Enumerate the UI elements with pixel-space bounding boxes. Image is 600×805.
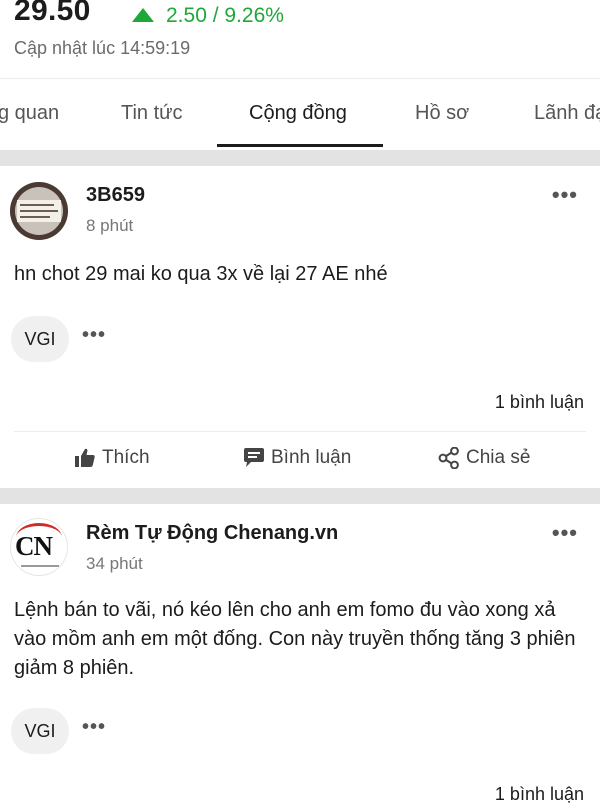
post-content: Lệnh bán to vãi, nó kéo lên cho anh em f… — [14, 599, 576, 679]
avatar-image — [17, 200, 61, 222]
post-card: 3B659 8 phút ••• hn chot 29 mai ko qua 3… — [0, 166, 600, 488]
post-content: hn chot 29 mai ko qua 3x về lại 27 AE nh… — [14, 263, 388, 285]
author-name[interactable]: Rèm Tự Động Chenang.vn — [86, 522, 338, 545]
post-time: 34 phút — [86, 554, 143, 573]
price-change-value: 2.50 / 9.26% — [166, 4, 284, 27]
comment-button[interactable]: Bình luận — [243, 447, 351, 469]
stock-header: 29.50 2.50 / 9.26% Cập nhật lúc 14:59:19 — [0, 0, 600, 80]
tab-leadership[interactable]: Lãnh đạ — [534, 102, 600, 125]
tab-overview[interactable]: g quan — [0, 102, 59, 125]
ticker-tag[interactable]: VGI — [11, 316, 69, 362]
triangle-up-icon — [132, 8, 154, 22]
header-divider — [0, 78, 600, 79]
stock-price: 29.50 — [14, 0, 91, 27]
post-card: CN Rèm Tự Động Chenang.vn 34 phút ••• Lệ… — [0, 504, 600, 804]
action-divider — [14, 431, 586, 432]
price-change: 2.50 / 9.26% — [132, 4, 284, 28]
chat-bubble-icon — [244, 448, 264, 467]
share-icon — [438, 447, 459, 469]
ticker-tag[interactable]: VGI — [11, 708, 69, 754]
avatar-logo-subline — [21, 565, 59, 567]
share-label: Chia sẻ — [466, 447, 531, 468]
tab-profile[interactable]: Hồ sơ — [415, 102, 469, 125]
tab-bar: g quan Tin tức Cộng đồng Hồ sơ Lãnh đạ — [0, 80, 600, 146]
like-label: Thích — [102, 447, 150, 468]
tab-community[interactable]: Cộng đồng — [249, 102, 347, 125]
update-time: Cập nhật lúc 14:59:19 — [14, 38, 191, 58]
comment-count[interactable]: 1 bình luận — [495, 392, 584, 413]
avatar[interactable]: CN — [10, 518, 68, 576]
avatar[interactable] — [10, 182, 68, 240]
more-tags-icon[interactable]: ••• — [82, 716, 106, 739]
tab-news[interactable]: Tin tức — [121, 102, 183, 125]
section-separator — [0, 150, 600, 166]
thumbs-up-icon — [75, 448, 95, 467]
comment-count[interactable]: 1 bình luận — [495, 784, 584, 805]
like-button[interactable]: Thích — [74, 447, 150, 469]
author-name[interactable]: 3B659 — [86, 184, 145, 207]
active-tab-indicator — [217, 144, 383, 147]
more-tags-icon[interactable]: ••• — [82, 324, 106, 347]
more-options-icon[interactable]: ••• — [552, 182, 578, 208]
avatar-logo: CN — [15, 531, 53, 561]
section-separator — [0, 488, 600, 504]
share-button[interactable]: Chia sẻ — [438, 447, 530, 469]
post-time: 8 phút — [86, 216, 134, 235]
comment-label: Bình luận — [271, 447, 352, 468]
more-options-icon[interactable]: ••• — [552, 520, 578, 546]
